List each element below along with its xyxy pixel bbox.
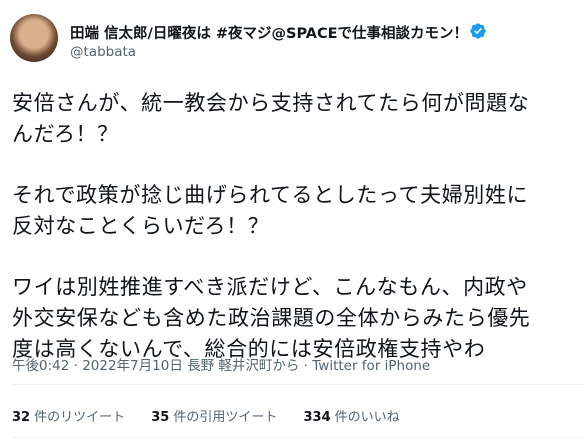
verified-badge-icon [470,23,486,39]
divider [12,437,584,438]
tweet-timestamp[interactable]: 午後0:42 · 2022年7月10日 長野 軽井沢町から · Twitter … [12,354,430,374]
tweet-line: 安倍さんが、統一教会から支持されてたら何が問題な [12,91,530,115]
tweet-text: 安倍さんが、統一教会から支持されてたら何が問題な んだろ！？ それで政策が捻じ曲… [12,88,578,365]
tweet-line: 反対なことくらいだろ！？ [12,214,270,238]
divider [12,384,584,385]
engagement-stats: 32 件のリツイート 35 件の引用ツイート 334 件のいいね [12,406,422,425]
tweet-line: んだろ！？ [12,122,119,146]
retweets-label: 件のリツイート [34,410,126,425]
author-handle[interactable]: @tabbata [70,44,136,60]
likes-label: 件のいいね [334,410,400,425]
author-name[interactable]: 田端 信太郎/日曜夜は #夜マジ@SPACEで仕事相談カモン！ [70,22,468,43]
likes-stat[interactable]: 334 件のいいね [304,406,400,425]
quotes-count: 35 [151,410,170,425]
retweets-count: 32 [12,410,31,425]
likes-count: 334 [303,410,331,425]
quotes-label: 件の引用ツイート [173,410,278,425]
tweet-line: それで政策が捻じ曲げられてるとしたって夫婦別姓に [12,183,529,207]
tweet-line: 外交安保なども含めた政治課題の全体からみたら優先 [12,306,531,330]
retweets-stat[interactable]: 32 件のリツイート [12,406,125,425]
tweet-line: ワイは別姓推進すべき派だけど、こんなもん、内政や [12,275,528,299]
quotes-stat[interactable]: 35 件の引用ツイート [151,406,277,425]
avatar[interactable] [10,14,58,62]
